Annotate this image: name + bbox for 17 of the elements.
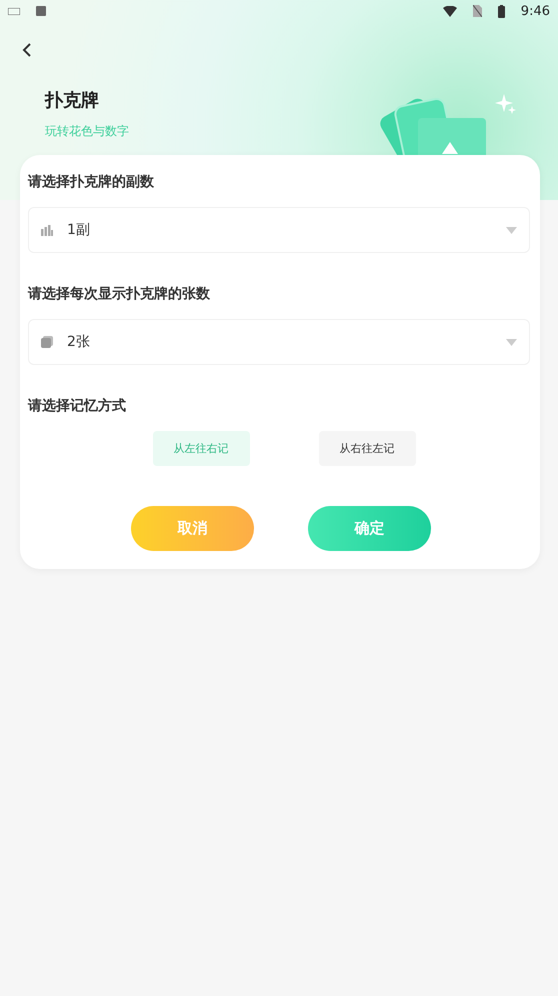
caret-icon bbox=[506, 338, 517, 346]
section-label: 请选择记忆方式 bbox=[28, 397, 126, 415]
stack-icon bbox=[41, 336, 53, 348]
wifi-icon bbox=[442, 6, 457, 16]
keyboard-icon bbox=[8, 8, 20, 14]
mode-option[interactable]: 从右往左记 bbox=[318, 431, 416, 466]
caret-icon bbox=[506, 226, 517, 234]
page-title: 扑克牌 bbox=[45, 89, 99, 112]
status-time: 9:46 bbox=[520, 4, 550, 18]
battery-icon bbox=[498, 4, 505, 18]
dropdown-field[interactable]: 1副 bbox=[28, 207, 530, 253]
section-label: 请选择每次显示扑克牌的张数 bbox=[28, 285, 210, 303]
section-label: 请选择扑克牌的副数 bbox=[28, 173, 154, 191]
page-subtitle: 玩转花色与数字 bbox=[45, 123, 129, 140]
dropdown-field[interactable]: 2张 bbox=[28, 319, 530, 365]
bar-chart-icon bbox=[41, 224, 53, 236]
no-sim-icon bbox=[472, 5, 482, 17]
